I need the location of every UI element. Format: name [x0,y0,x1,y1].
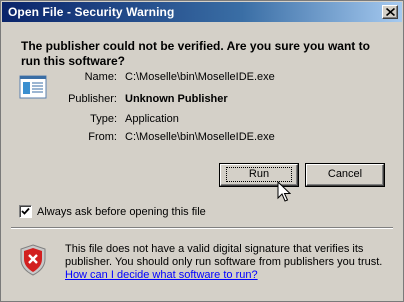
dialog-heading: The publisher could not be verified. Are… [21,39,370,68]
help-link[interactable]: How can I decide what software to run? [65,269,258,281]
type-label: Type: [90,113,117,125]
always-ask-label[interactable]: Always ask before opening this file [37,206,206,218]
type-value: Application [125,113,179,125]
executable-file-icon [19,75,47,99]
security-warning-dialog: Open File - Security Warning The publish… [0,0,404,302]
window-title: Open File - Security Warning [8,5,175,19]
publisher-value: Unknown Publisher [125,93,228,105]
name-label: Name: [84,71,117,83]
publisher-label: Publisher: [68,93,117,105]
checkmark-icon [21,207,30,215]
mouse-pointer-icon [277,181,291,202]
warning-message: This file does not have a valid digital … [65,243,385,282]
run-button-label: Run [225,167,293,182]
title-bar[interactable]: Open File - Security Warning [2,2,402,22]
cancel-button[interactable]: Cancel [305,163,385,187]
security-shield-error-icon [20,244,46,276]
from-value: C:\Moselle\bin\MoselleIDE.exe [125,131,275,143]
warning-text: This file does not have a valid digital … [65,243,383,268]
close-button[interactable] [382,5,398,19]
close-icon [386,8,395,16]
divider [11,227,393,229]
always-ask-checkbox[interactable] [19,205,32,218]
name-value: C:\Moselle\bin\MoselleIDE.exe [125,71,275,83]
from-label: From: [88,131,117,143]
